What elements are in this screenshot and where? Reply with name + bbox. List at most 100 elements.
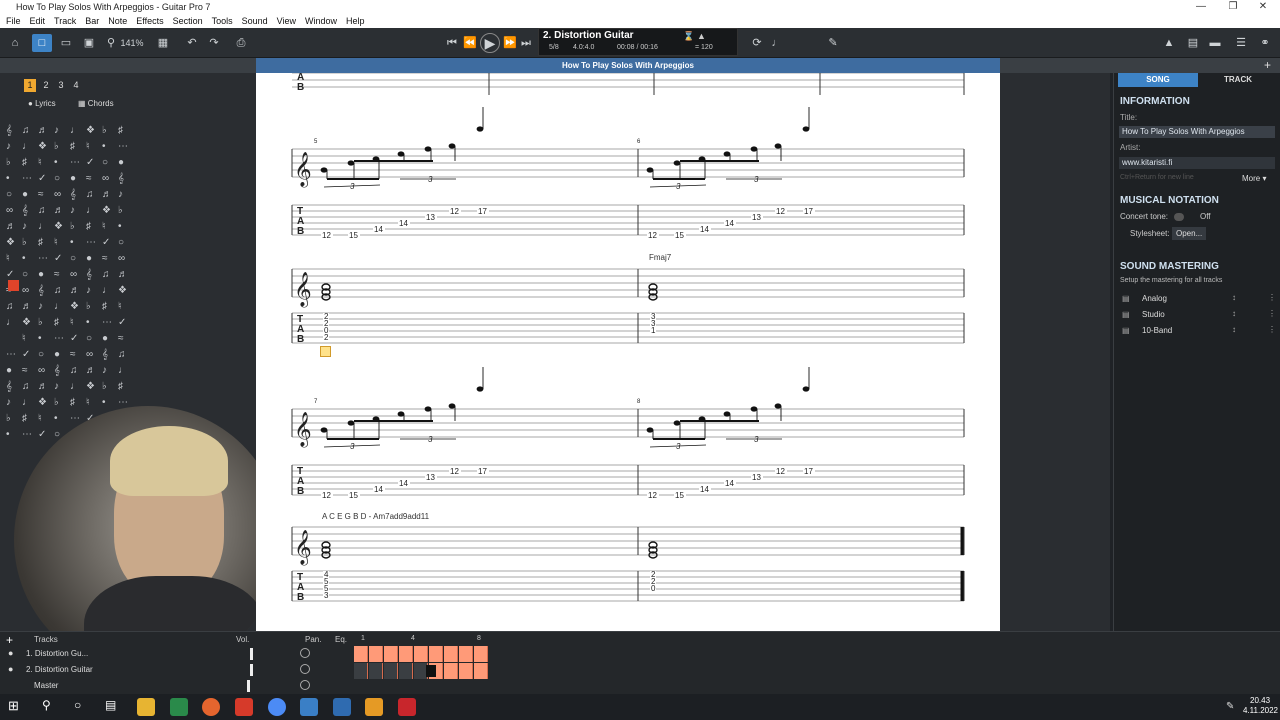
palette-tool-icon[interactable]: ♭	[102, 125, 107, 136]
skip-end-icon[interactable]: ⏭	[518, 34, 534, 52]
voice-2-button[interactable]: 2	[40, 79, 52, 92]
palette-tool-icon[interactable]: ≈	[118, 333, 124, 344]
palette-tool-icon[interactable]: ⋯	[118, 141, 128, 152]
palette-tool-icon[interactable]: ✓	[54, 253, 62, 264]
acrobat-icon[interactable]	[398, 698, 416, 716]
master-pan-knob[interactable]	[300, 680, 310, 690]
record-color-swatch[interactable]	[8, 280, 19, 291]
effect-menu-icon[interactable]: ⋮	[1268, 325, 1276, 334]
palette-tool-icon[interactable]: ♩	[6, 317, 16, 328]
palette-tool-icon[interactable]: ♮	[86, 141, 90, 152]
palette-tool-icon[interactable]: ●	[22, 189, 28, 200]
palette-tool-icon[interactable]: ♯	[38, 237, 43, 248]
voice-4-button[interactable]: 4	[70, 79, 82, 92]
effect-select-icon[interactable]: ↕	[1232, 309, 1236, 318]
virtual-keyboard-icon[interactable]: ▬	[1206, 34, 1224, 52]
palette-tool-icon[interactable]: •	[86, 317, 90, 328]
palette-tool-icon[interactable]: ♬	[22, 301, 32, 312]
chrome-icon[interactable]	[268, 698, 286, 716]
chord-label-am7[interactable]: A C E G B D - Am7add9add11	[322, 512, 429, 521]
palette-tool-icon[interactable]: ❖	[38, 397, 47, 408]
palette-tool-icon[interactable]: ✓	[118, 317, 126, 328]
palette-tool-icon[interactable]: ♯	[70, 397, 75, 408]
palette-tool-icon[interactable]: ●	[70, 173, 76, 184]
palette-tool-icon[interactable]: ♯	[102, 301, 107, 312]
palette-tool-icon[interactable]: ♬	[6, 221, 16, 232]
palette-tool-icon[interactable]: ⋯	[118, 397, 128, 408]
bar-cell[interactable]	[369, 646, 383, 662]
palette-tool-icon[interactable]: ♩	[54, 301, 64, 312]
close-button[interactable]: ✕	[1248, 0, 1278, 14]
palette-tool-icon[interactable]: ♭	[38, 317, 43, 328]
restore-button[interactable]: ❐	[1218, 0, 1248, 14]
palette-tool-icon[interactable]: 𝄞	[102, 349, 108, 360]
palette-tool-icon[interactable]: ♭	[6, 413, 11, 424]
mastering-row-studio[interactable]: ▤ Studio ↕ ⋮	[1120, 309, 1276, 323]
palette-tool-icon[interactable]: ♩	[22, 141, 32, 152]
palette-tool-icon[interactable]: ≈	[86, 173, 92, 184]
palette-tool-icon[interactable]: ♯	[22, 413, 27, 424]
palette-tool-icon[interactable]: ♬	[86, 365, 96, 376]
palette-tool-icon[interactable]: ✓	[70, 333, 78, 344]
palette-tool-icon[interactable]: •	[70, 237, 74, 248]
document-tab[interactable]: How To Play Solos With Arpeggios	[256, 58, 1000, 73]
palette-tool-icon[interactable]: ♩	[22, 397, 32, 408]
pick-icon[interactable]: ✎	[826, 34, 840, 52]
palette-tool-icon[interactable]: ♩	[70, 125, 80, 136]
vlc-icon[interactable]	[365, 698, 383, 716]
palette-tool-icon[interactable]: 𝄞	[54, 365, 60, 376]
layout-select-icon[interactable]: ▦	[150, 34, 176, 52]
palette-tool-icon[interactable]: •	[22, 253, 26, 264]
palette-tool-icon[interactable]: ❖	[70, 301, 79, 312]
menu-section[interactable]: Section	[173, 14, 203, 28]
fretboard-icon[interactable]: ☰	[1232, 34, 1250, 52]
palette-tool-icon[interactable]: ♪	[70, 205, 75, 216]
mastering-row-10band[interactable]: ▤ 10-Band ↕ ⋮	[1120, 325, 1276, 339]
horizontal-view-icon[interactable]: ▭	[56, 34, 76, 52]
palette-tool-icon[interactable]: ∞	[118, 253, 125, 264]
palette-tool-icon[interactable]: ∞	[86, 349, 93, 360]
palette-tool-icon[interactable]: ●	[102, 333, 108, 344]
menu-sound[interactable]: Sound	[242, 14, 268, 28]
palette-tool-icon[interactable]: •	[38, 333, 42, 344]
lcd-track-name[interactable]: 2. Distortion Guitar	[543, 30, 634, 41]
palette-tool-icon[interactable]: ♮	[22, 333, 26, 344]
palette-tool-icon[interactable]: ♯	[118, 381, 123, 392]
menu-window[interactable]: Window	[305, 14, 337, 28]
palette-tool-icon[interactable]: ❖	[86, 381, 95, 392]
filezilla-icon[interactable]	[235, 698, 253, 716]
tuner-icon[interactable]: ⚭	[1256, 34, 1274, 52]
palette-tool-icon[interactable]: ⋯	[70, 157, 80, 168]
palette-tool-icon[interactable]: ❖	[54, 221, 63, 232]
palette-tool-icon[interactable]: ♩	[38, 221, 48, 232]
guitar-pro-icon[interactable]	[300, 698, 318, 716]
undo-icon[interactable]: ↶	[184, 34, 200, 52]
effect-menu-icon[interactable]: ⋮	[1268, 309, 1276, 318]
menu-note[interactable]: Note	[108, 14, 127, 28]
palette-tool-icon[interactable]: ❖	[86, 125, 95, 136]
menu-help[interactable]: Help	[346, 14, 365, 28]
palette-tool-icon[interactable]: ♪	[22, 221, 27, 232]
palette-tool-icon[interactable]: ♮	[102, 221, 106, 232]
palette-tool-icon[interactable]: ♬	[70, 285, 80, 296]
bar-cell[interactable]	[384, 663, 398, 679]
palette-tool-icon[interactable]: 𝄞	[86, 269, 92, 280]
lcd-metronome-icon[interactable]: ⌛	[683, 31, 694, 42]
palette-tool-icon[interactable]: •	[6, 429, 10, 440]
lcd-tuning-icon[interactable]: ▲	[697, 31, 706, 41]
palette-tool-icon[interactable]: ♮	[70, 317, 74, 328]
palette-tool-icon[interactable]: ♭	[70, 221, 75, 232]
concert-tone-toggle[interactable]	[1174, 213, 1184, 221]
palette-tool-icon[interactable]: ○	[102, 157, 108, 168]
minimize-button[interactable]: —	[1186, 0, 1216, 14]
palette-tool-icon[interactable]: ≈	[70, 349, 76, 360]
task-view-icon[interactable]: ▤	[105, 698, 116, 712]
forward-icon[interactable]: ⏩	[502, 34, 518, 52]
palette-tool-icon[interactable]: •	[102, 141, 106, 152]
palette-tool-icon[interactable]: ♫	[22, 381, 30, 392]
screen-view-icon[interactable]: ▣	[80, 34, 98, 52]
menu-bar-item[interactable]: Bar	[85, 14, 99, 28]
palette-tool-icon[interactable]: ○	[6, 189, 12, 200]
palette-tool-icon[interactable]: ⋯	[22, 429, 32, 440]
palette-tool-icon[interactable]: ♬	[38, 381, 48, 392]
